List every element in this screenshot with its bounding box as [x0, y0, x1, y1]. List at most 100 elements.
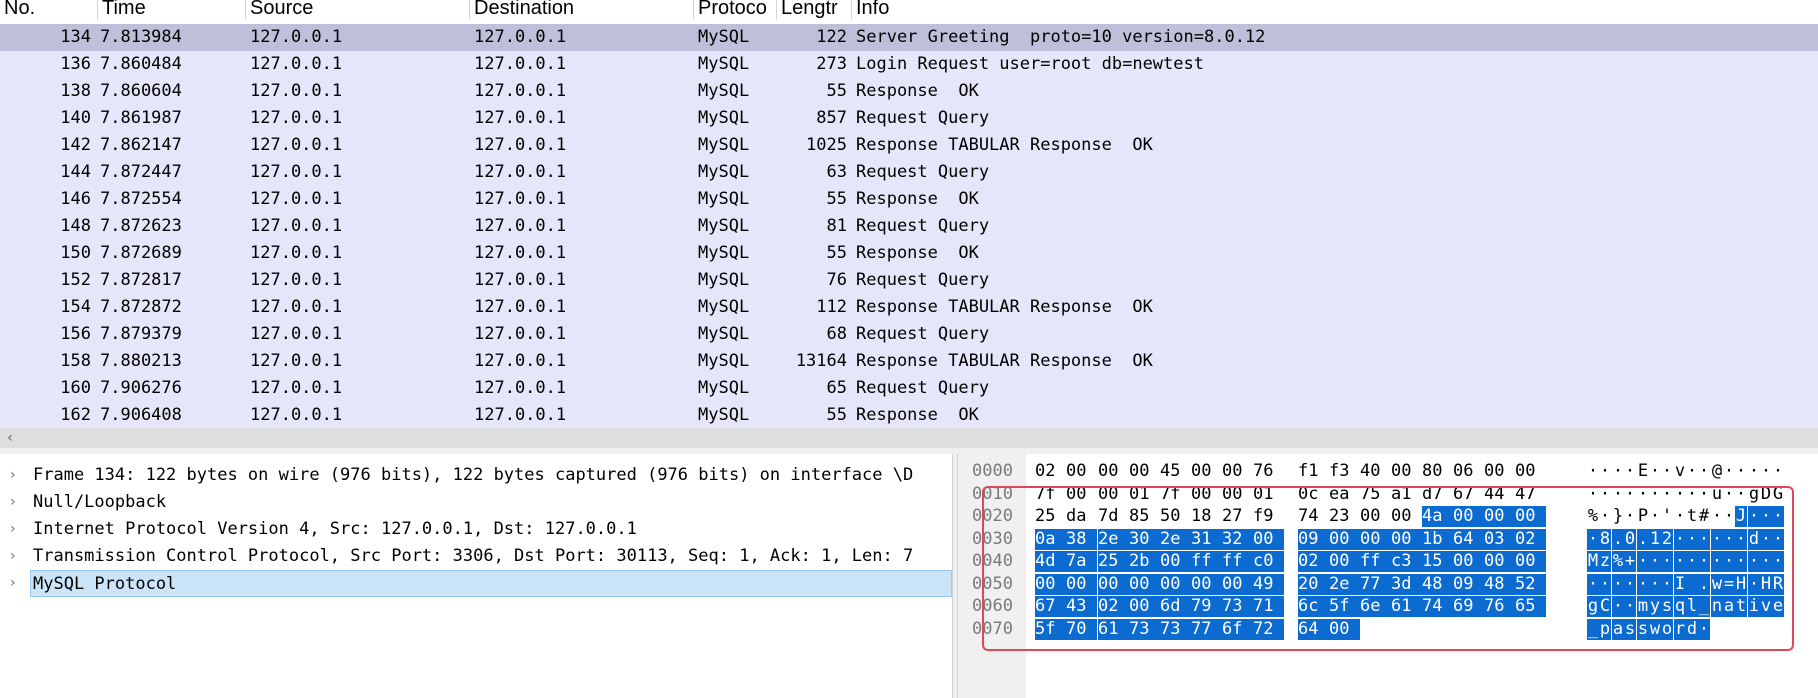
hex-byte[interactable]: 00	[1222, 461, 1253, 482]
cell-source: 127.0.0.1	[250, 81, 343, 101]
ascii-char[interactable]: @	[1711, 461, 1723, 482]
ascii-char[interactable]: ·	[1599, 461, 1611, 482]
packet-row[interactable]: 148 7.872623 127.0.0.1 127.0.0.1 MySQL 81 Requ…	[0, 213, 1818, 240]
cell-no: 142	[60, 135, 91, 155]
column-info[interactable]: Info	[852, 0, 1818, 20]
ascii-char[interactable]: ·	[1698, 461, 1710, 482]
hex-byte[interactable]: 00	[1098, 461, 1129, 482]
cell-info: Response TABULAR Response OK	[856, 351, 1153, 371]
detail-tree-item[interactable]: › Transmission Control Protocol, Src Port…	[0, 543, 952, 570]
expand-chevron-icon[interactable]: ›	[10, 570, 26, 597]
hex-byte[interactable]: 40	[1360, 461, 1391, 482]
packet-details-pane[interactable]: › Frame 134: 122 bytes on wire (976 bits)…	[0, 454, 952, 698]
detail-tree-item[interactable]: › MySQL Protocol	[0, 570, 952, 597]
column-length[interactable]: Lengtr	[777, 0, 852, 20]
hex-byte[interactable]: 76	[1253, 461, 1284, 482]
cell-time: 7.861987	[100, 108, 182, 128]
hex-byte[interactable]: 00	[1129, 461, 1160, 482]
packet-list[interactable]: No. Time Source Destination Protoco Leng…	[0, 0, 1818, 428]
cell-info: Request Query	[856, 270, 990, 290]
horizontal-scrollbar[interactable]	[0, 428, 1818, 448]
cell-length: 857	[816, 108, 847, 128]
detail-tree-label: Frame 134: 122 bytes on wire (976 bits),…	[33, 465, 914, 485]
cell-protocol: MySQL	[698, 351, 750, 371]
packet-row[interactable]: 160 7.906276 127.0.0.1 127.0.0.1 MySQL 65 Requ…	[0, 375, 1818, 402]
ascii-char[interactable]: ·	[1735, 461, 1747, 482]
packet-row[interactable]: 138 7.860604 127.0.0.1 127.0.0.1 MySQL 55 Resp…	[0, 78, 1818, 105]
expand-chevron-icon[interactable]: ›	[10, 516, 26, 543]
cell-source: 127.0.0.1	[250, 216, 343, 236]
hex-byte[interactable]: 45	[1160, 461, 1191, 482]
ascii-char[interactable]: ·	[1649, 461, 1661, 482]
detail-tree-item[interactable]: › Frame 134: 122 bytes on wire (976 bits)…	[0, 462, 952, 489]
hex-byte[interactable]: 00	[1515, 461, 1546, 482]
detail-tree-item[interactable]: › Internet Protocol Version 4, Src: 127.0…	[0, 516, 952, 543]
packet-row[interactable]: 158 7.880213 127.0.0.1 127.0.0.1 MySQL 13164 R…	[0, 348, 1818, 375]
packet-row[interactable]: 136 7.860484 127.0.0.1 127.0.0.1 MySQL 273 Log…	[0, 51, 1818, 78]
hex-byte[interactable]: 00	[1191, 461, 1222, 482]
scroll-left-arrow-icon[interactable]: ‹	[0, 428, 20, 448]
column-source[interactable]: Source	[246, 0, 470, 20]
ascii-char[interactable]: ·	[1587, 461, 1599, 482]
cell-time: 7.813984	[100, 27, 182, 47]
packet-row[interactable]: 134 7.813984 127.0.0.1 127.0.0.1 MySQL 122 Ser…	[0, 24, 1818, 51]
cell-no: 156	[60, 324, 91, 344]
cell-length: 68	[826, 324, 847, 344]
ascii-char[interactable]: ·	[1624, 461, 1636, 482]
packet-row[interactable]: 152 7.872817 127.0.0.1 127.0.0.1 MySQL 76 Requ…	[0, 267, 1818, 294]
column-protocol[interactable]: Protoco	[694, 0, 777, 20]
cell-destination: 127.0.0.1	[474, 189, 567, 209]
ascii-char[interactable]: ·	[1723, 461, 1735, 482]
cell-info: Response OK	[856, 189, 979, 209]
expand-chevron-icon[interactable]: ›	[10, 489, 26, 516]
packet-row[interactable]: 142 7.862147 127.0.0.1 127.0.0.1 MySQL 1025 Re…	[0, 132, 1818, 159]
hex-byte[interactable]: f3	[1329, 461, 1360, 482]
hex-row: 0000 02 00 00 00 45 00 00 76 f1 f3 40 00 80 06 00 00 · · · ·…	[958, 460, 1818, 482]
hex-byte[interactable]: 02	[1035, 461, 1066, 482]
packet-row[interactable]: 144 7.872447 127.0.0.1 127.0.0.1 MySQL 63 Requ…	[0, 159, 1818, 186]
hex-offset: 0000	[972, 461, 1013, 481]
column-time[interactable]: Time	[98, 0, 246, 20]
packet-row[interactable]: 140 7.861987 127.0.0.1 127.0.0.1 MySQL 857 Req…	[0, 105, 1818, 132]
column-no[interactable]: No.	[0, 0, 98, 20]
packet-row[interactable]: 150 7.872689 127.0.0.1 127.0.0.1 MySQL 55 Resp…	[0, 240, 1818, 267]
cell-source: 127.0.0.1	[250, 108, 343, 128]
cell-source: 127.0.0.1	[250, 27, 343, 47]
ascii-char[interactable]: ·	[1772, 461, 1784, 482]
cell-length: 13164	[795, 351, 847, 371]
hex-byte[interactable]: f1	[1298, 461, 1329, 482]
cell-destination: 127.0.0.1	[474, 324, 567, 344]
cell-destination: 127.0.0.1	[474, 135, 567, 155]
cell-length: 112	[816, 297, 847, 317]
packet-row[interactable]: 162 7.906408 127.0.0.1 127.0.0.1 MySQL 55 Resp…	[0, 402, 1818, 428]
expand-chevron-icon[interactable]: ›	[10, 543, 26, 570]
hex-byte[interactable]: 00	[1391, 461, 1422, 482]
detail-tree-item[interactable]: › Null/Loopback	[0, 489, 952, 516]
expand-chevron-icon[interactable]: ›	[10, 462, 26, 489]
hex-byte[interactable]: 80	[1422, 461, 1453, 482]
ascii-char[interactable]: v	[1674, 461, 1686, 482]
column-destination[interactable]: Destination	[470, 0, 694, 20]
packet-row[interactable]: 154 7.872872 127.0.0.1 127.0.0.1 MySQL 112 Res…	[0, 294, 1818, 321]
cell-time: 7.872817	[100, 270, 182, 290]
ascii-char[interactable]: ·	[1686, 461, 1698, 482]
cell-protocol: MySQL	[698, 324, 750, 344]
cell-time: 7.872872	[100, 297, 182, 317]
ascii-char[interactable]: ·	[1748, 461, 1760, 482]
hex-byte[interactable]: 00	[1066, 461, 1097, 482]
ascii-char[interactable]: E	[1637, 461, 1649, 482]
ascii-char[interactable]: ·	[1612, 461, 1624, 482]
cell-protocol: MySQL	[698, 162, 750, 182]
ascii-char[interactable]: ·	[1760, 461, 1772, 482]
cell-source: 127.0.0.1	[250, 135, 343, 155]
cell-info: Request Query	[856, 162, 990, 182]
packet-row[interactable]: 146 7.872554 127.0.0.1 127.0.0.1 MySQL 55 Resp…	[0, 186, 1818, 213]
cell-info: Response TABULAR Response OK	[856, 297, 1153, 317]
cell-destination: 127.0.0.1	[474, 405, 567, 425]
cell-destination: 127.0.0.1	[474, 54, 567, 74]
hex-byte[interactable]: 00	[1484, 461, 1515, 482]
ascii-char[interactable]: ·	[1661, 461, 1673, 482]
cell-source: 127.0.0.1	[250, 270, 343, 290]
hex-byte[interactable]: 06	[1453, 461, 1484, 482]
packet-row[interactable]: 156 7.879379 127.0.0.1 127.0.0.1 MySQL 68 Requ…	[0, 321, 1818, 348]
